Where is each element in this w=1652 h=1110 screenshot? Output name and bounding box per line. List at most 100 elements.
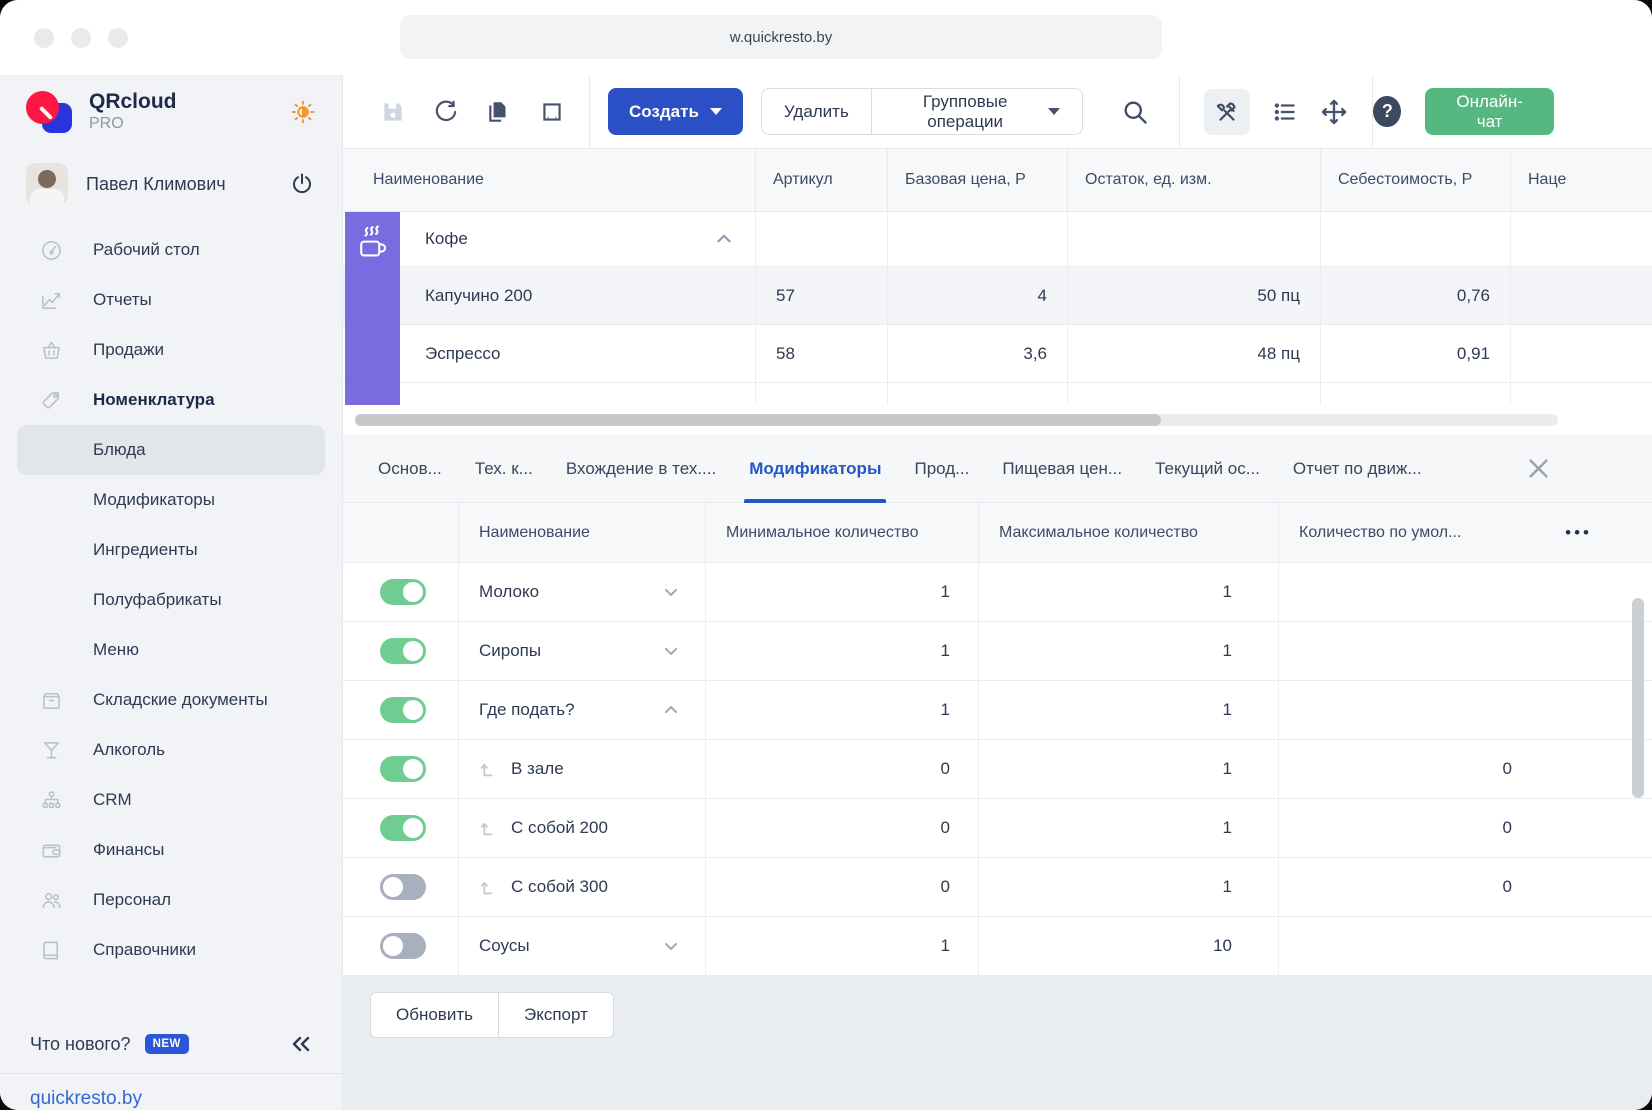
- browser-chrome: w.quickresto.by: [0, 0, 1652, 75]
- tag-icon: [40, 389, 68, 412]
- product-stock: 48 пц: [1067, 325, 1320, 382]
- close-window-button[interactable]: [34, 28, 54, 48]
- group-operations-button[interactable]: Групповые операции: [871, 89, 1083, 134]
- create-button[interactable]: Создать: [608, 88, 743, 135]
- enabled-toggle[interactable]: [380, 933, 426, 959]
- tab-modifiers[interactable]: Модификаторы: [749, 435, 881, 502]
- product-row[interactable]: Капучино 200 57 4 50 пц 0,76: [343, 267, 1652, 325]
- duplicate-icon[interactable]: [486, 99, 512, 125]
- tab-main[interactable]: Основ...: [378, 435, 442, 502]
- modifier-row[interactable]: Молоко 1 1: [343, 563, 1652, 622]
- sidebar-item-finance[interactable]: Финансы: [0, 825, 342, 875]
- sidebar-item-references[interactable]: Справочники: [0, 925, 342, 975]
- settings-tools-icon[interactable]: [1204, 89, 1250, 135]
- enabled-toggle[interactable]: [380, 579, 426, 605]
- more-columns-icon[interactable]: •••: [1565, 523, 1620, 543]
- sidebar-item-sales[interactable]: Продажи: [0, 325, 342, 375]
- vertical-scrollbar-thumb[interactable]: [1632, 598, 1644, 798]
- max-quantity: 1: [978, 681, 1278, 739]
- default-quantity: 0: [1278, 799, 1620, 857]
- enabled-toggle[interactable]: [380, 638, 426, 664]
- modifier-row[interactable]: В зале 0 1 0: [343, 740, 1652, 799]
- url-bar[interactable]: w.quickresto.by: [400, 15, 1162, 59]
- enabled-toggle[interactable]: [380, 697, 426, 723]
- search-icon[interactable]: [1121, 98, 1149, 126]
- sidebar-item-label: Алкоголь: [93, 740, 165, 760]
- site-link[interactable]: quickresto.by: [0, 1074, 342, 1110]
- sidebar-item-dashboard[interactable]: Рабочий стол: [0, 225, 342, 275]
- minimize-window-button[interactable]: [71, 28, 91, 48]
- modifier-row[interactable]: Соусы 1 10: [343, 917, 1652, 976]
- help-icon[interactable]: ?: [1373, 96, 1401, 127]
- sidebar-item-crm[interactable]: CRM: [0, 775, 342, 825]
- product-sku: 57: [755, 267, 887, 324]
- sidebar-item-dishes[interactable]: Блюда: [17, 425, 325, 475]
- chevron-down-icon[interactable]: [661, 582, 681, 602]
- product-group-row[interactable]: Кофе: [343, 212, 1652, 267]
- modifier-row[interactable]: Где подать? 1 1: [343, 681, 1652, 740]
- move-icon[interactable]: [1320, 98, 1348, 126]
- enabled-toggle[interactable]: [380, 874, 426, 900]
- preview-icon[interactable]: [539, 99, 565, 125]
- tab-nutrition[interactable]: Пищевая цен...: [1002, 435, 1122, 502]
- sidebar-item-warehouse-docs[interactable]: Складские документы: [0, 675, 342, 725]
- chevron-down-icon[interactable]: [661, 641, 681, 661]
- min-quantity: 1: [705, 563, 978, 621]
- scrollbar-track[interactable]: [355, 414, 1558, 426]
- group-name: Кофе: [425, 229, 468, 249]
- product-name: Капучино 200: [343, 267, 755, 324]
- coffee-cup-icon: [356, 225, 390, 261]
- sidebar-item-menu[interactable]: Меню: [0, 625, 342, 675]
- product-cost: 0,76: [1320, 267, 1510, 324]
- brand-name: QRcloud: [89, 90, 177, 114]
- theme-sun-icon[interactable]: [290, 99, 316, 125]
- logout-power-icon[interactable]: [290, 172, 314, 196]
- refresh-icon[interactable]: [433, 99, 459, 125]
- modifiers-table: Наименование Минимальное количество Макс…: [343, 503, 1652, 976]
- chevron-up-icon[interactable]: [713, 228, 735, 250]
- people-icon: [40, 889, 68, 912]
- delete-button[interactable]: Удалить: [762, 89, 871, 134]
- sidebar-item-semifinished[interactable]: Полуфабрикаты: [0, 575, 342, 625]
- refresh-button[interactable]: Обновить: [371, 993, 498, 1037]
- modifiers-table-header: Наименование Минимальное количество Макс…: [343, 503, 1652, 563]
- sidebar-item-reports[interactable]: Отчеты: [0, 275, 342, 325]
- online-chat-button[interactable]: Онлайн-чат: [1425, 88, 1554, 135]
- tab-current-stock[interactable]: Текущий ос...: [1155, 435, 1260, 502]
- book-icon: [40, 939, 68, 962]
- sidebar-item-staff[interactable]: Персонал: [0, 875, 342, 925]
- scrollbar-thumb[interactable]: [355, 414, 1161, 426]
- brand-row: QRcloud PRO: [0, 75, 342, 148]
- export-button[interactable]: Экспорт: [498, 993, 613, 1037]
- modifier-row[interactable]: С собой 300 0 1 0: [343, 858, 1652, 917]
- products-table-header: Наименование Артикул Базовая цена, Р Ост…: [343, 148, 1652, 212]
- default-quantity: [1278, 622, 1620, 680]
- panel-footer: Обновить Экспорт: [343, 976, 1652, 1110]
- whats-new-link[interactable]: Что нового?: [30, 1034, 131, 1055]
- tab-tech-card[interactable]: Тех. к...: [475, 435, 533, 502]
- enabled-toggle[interactable]: [380, 756, 426, 782]
- tab-tech-inclusion[interactable]: Вхождение в тех....: [566, 435, 716, 502]
- chevron-up-icon[interactable]: [661, 700, 681, 720]
- tab-sales[interactable]: Прод...: [914, 435, 969, 502]
- chevron-down-icon[interactable]: [661, 936, 681, 956]
- sidebar-item-ingredients[interactable]: Ингредиенты: [0, 525, 342, 575]
- sidebar-item-alcohol[interactable]: Алкоголь: [0, 725, 342, 775]
- close-icon[interactable]: [1525, 455, 1552, 482]
- product-row[interactable]: Эспрессо 58 3,6 48 пц 0,91: [343, 325, 1652, 383]
- sidebar-item-label: Персонал: [93, 890, 171, 910]
- wallet-icon: [40, 839, 68, 862]
- modifier-row[interactable]: Сиропы 1 1: [343, 622, 1652, 681]
- collapse-sidebar-icon[interactable]: [288, 1033, 314, 1055]
- sidebar-item-modifiers[interactable]: Модификаторы: [0, 475, 342, 525]
- min-quantity: 1: [705, 622, 978, 680]
- reports-chart-icon: [40, 289, 68, 312]
- modifier-row[interactable]: С собой 200 0 1 0: [343, 799, 1652, 858]
- max-quantity: 10: [978, 917, 1278, 975]
- tab-movement-report[interactable]: Отчет по движ...: [1293, 435, 1422, 502]
- list-view-icon[interactable]: [1272, 99, 1298, 125]
- sidebar-item-nomenclature[interactable]: Номенклатура: [0, 375, 342, 425]
- new-badge: NEW: [145, 1034, 189, 1054]
- enabled-toggle[interactable]: [380, 815, 426, 841]
- maximize-window-button[interactable]: [108, 28, 128, 48]
